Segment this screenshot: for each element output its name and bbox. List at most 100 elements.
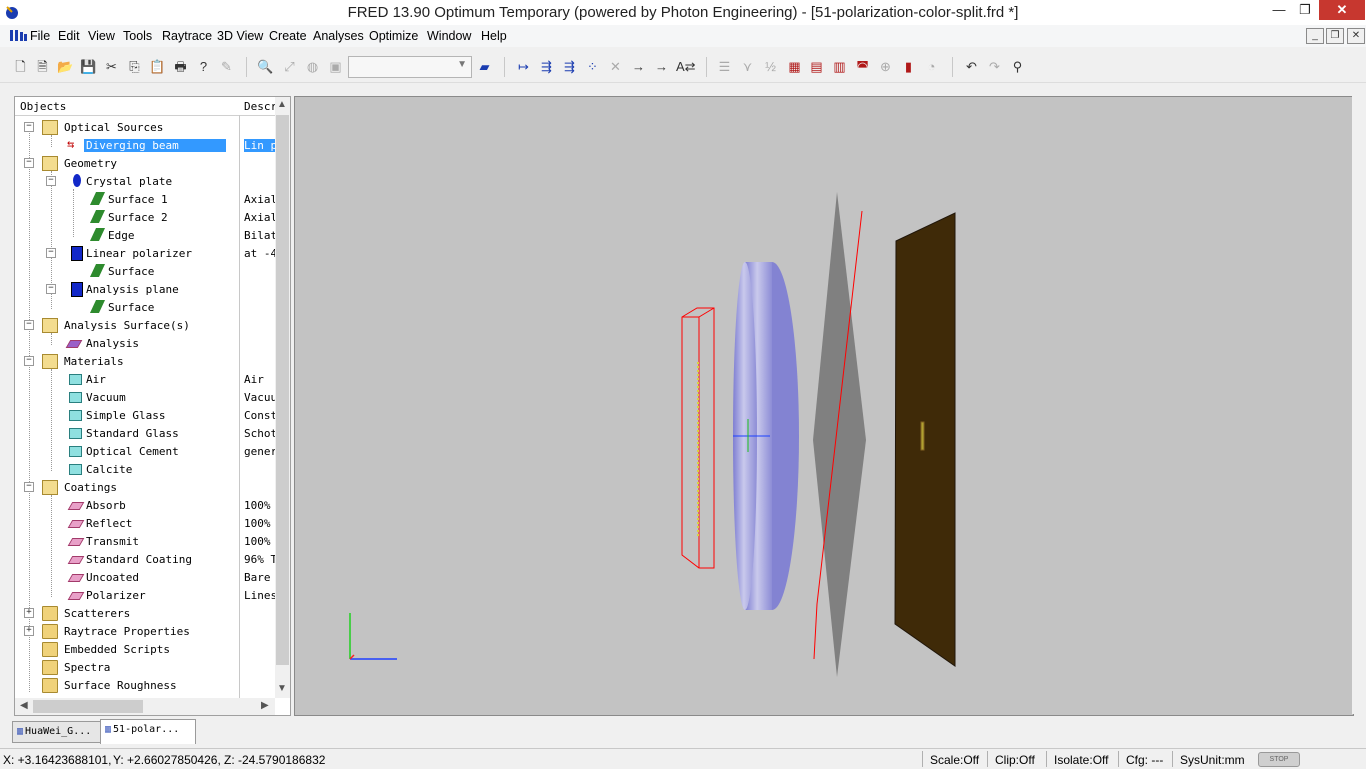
tree-node-reflect[interactable]: Reflect 100% <box>15 514 275 532</box>
collapse-icon[interactable]: − <box>46 176 56 186</box>
document-icon[interactable] <box>10 29 28 42</box>
tree-node-transmit[interactable]: Transmit 100% <box>15 532 275 550</box>
tree-horizontal-scrollbar[interactable]: ◀ ▶ <box>15 698 275 715</box>
copy-icon[interactable]: ⎘ <box>126 58 143 75</box>
collapse-icon[interactable]: − <box>46 284 56 294</box>
column-header-objects[interactable]: Objects <box>20 100 66 113</box>
tree-node-analysis-plane[interactable]: − Analysis plane <box>15 280 275 298</box>
tree-node-polarizer-coating[interactable]: Polarizer Lines <box>15 586 276 604</box>
stop-icon[interactable]: STOP <box>1258 752 1300 767</box>
redo-icon[interactable]: ↷ <box>986 58 1003 75</box>
new-template-icon[interactable]: 🗎 <box>34 58 51 75</box>
trace-text-icon[interactable]: A⇄ <box>676 58 696 75</box>
tree-node-vacuum[interactable]: Vacuum Vacuu <box>15 388 276 406</box>
tab-51-polarization[interactable]: ▥ 51-polar... <box>100 719 196 744</box>
ray-count-icon[interactable]: ½ <box>762 58 779 75</box>
analysis-plane-3d[interactable] <box>894 212 956 667</box>
menu-analyses[interactable]: Analyses <box>313 29 364 43</box>
menu-help[interactable]: Help <box>481 29 507 43</box>
wavefront-icon[interactable]: ◔ <box>923 58 940 75</box>
mdi-minimize-button[interactable]: _ <box>1306 28 1324 44</box>
menu-raytrace[interactable]: Raytrace <box>162 29 212 43</box>
menu-edit[interactable]: Edit <box>58 29 80 43</box>
tree-node-optical-cement[interactable]: Optical Cement gener <box>15 442 276 460</box>
3d-scene[interactable] <box>295 97 1353 715</box>
tree-node-raytrace-properties[interactable]: + Raytrace Properties <box>15 622 275 640</box>
menu-window[interactable]: Window <box>427 29 471 43</box>
tree-node-simple-glass[interactable]: Simple Glass Const <box>15 406 276 424</box>
trace-next-icon[interactable]: → <box>653 58 670 75</box>
ray-path-icon[interactable]: ⋎ <box>739 58 756 75</box>
close-button[interactable]: ✕ <box>1319 0 1365 20</box>
3d-viewport[interactable] <box>294 96 1354 716</box>
tree-node-crystal-plate[interactable]: − Crystal plate <box>15 172 275 190</box>
tree-node-embedded-scripts[interactable]: Embedded Scripts <box>15 640 275 658</box>
collapse-icon[interactable]: − <box>24 158 34 168</box>
tree-node-absorb[interactable]: Absorb 100% <box>15 496 275 514</box>
tree-node-edge[interactable]: Edge Bilat <box>15 226 276 244</box>
trace-split-icon[interactable]: ✕ <box>607 58 624 75</box>
mdi-close-button[interactable]: ✕ <box>1347 28 1365 44</box>
collapse-icon[interactable]: − <box>24 356 34 366</box>
cut-icon[interactable]: ✂ <box>103 58 120 75</box>
help-icon[interactable]: ? <box>195 58 212 75</box>
collapse-icon[interactable]: − <box>24 482 34 492</box>
tree-node-linear-polarizer[interactable]: − Linear polarizer at -4 <box>15 244 276 262</box>
view-select[interactable]: ▼ <box>348 56 472 78</box>
tree-vertical-scroll-thumb[interactable] <box>276 115 289 665</box>
tree-node-calcite[interactable]: Calcite <box>15 460 275 478</box>
scroll-down-icon[interactable]: ▼ <box>277 683 287 694</box>
collapse-icon[interactable]: − <box>24 122 34 132</box>
tree-node-geometry[interactable]: − Geometry <box>15 154 275 172</box>
tree-node-surface-1[interactable]: Surface 1 Axial <box>15 190 276 208</box>
mdi-restore-button[interactable]: ❐ <box>1326 28 1344 44</box>
tree-node-surface-2[interactable]: Surface 2 Axial <box>15 208 276 226</box>
paste-icon[interactable]: 📋 <box>149 58 166 75</box>
view-frame-icon[interactable]: ▣ <box>327 58 344 75</box>
trace-all-icon[interactable]: ⇶ <box>538 58 555 75</box>
zoom-icon[interactable]: 🔍 <box>257 58 274 75</box>
source-wireframe[interactable] <box>681 307 715 569</box>
new-file-icon[interactable]: 🗋 <box>12 58 29 75</box>
menu-optimize[interactable]: Optimize <box>369 29 418 43</box>
irradiance-icon[interactable]: ▤ <box>808 58 825 75</box>
undo-icon[interactable]: ↶ <box>963 58 980 75</box>
fit-view-icon[interactable]: ⤢ <box>281 58 298 75</box>
minimize-button[interactable]: — <box>1266 0 1292 20</box>
render-icon[interactable]: ▰ <box>476 58 493 75</box>
tree-node-surface-roughness[interactable]: Surface Roughness <box>15 676 275 694</box>
collapse-icon[interactable]: − <box>46 248 56 258</box>
tree-vertical-scrollbar[interactable]: ▲ ▼ <box>275 97 290 698</box>
open-folder-icon[interactable]: 📂 <box>57 58 74 75</box>
tree-node-scatterers[interactable]: + Scatterers <box>15 604 275 622</box>
properties-icon[interactable]: ✎ <box>218 58 235 75</box>
find-icon[interactable]: ⚲ <box>1009 58 1026 75</box>
polarization-icon[interactable]: ⊕ <box>877 58 894 75</box>
menu-file[interactable]: File <box>30 29 50 43</box>
expand-icon[interactable]: + <box>24 626 34 636</box>
tree-horizontal-scroll-thumb[interactable] <box>33 700 143 713</box>
menu-create[interactable]: Create <box>269 29 307 43</box>
print-icon[interactable]: 🖶 <box>172 58 189 75</box>
tree-node-analysis-plane-surface[interactable]: Surface <box>15 298 275 316</box>
scroll-right-icon[interactable]: ▶ <box>261 700 269 711</box>
save-icon[interactable]: 💾 <box>80 58 97 75</box>
spot-diagram-icon[interactable]: ▥ <box>831 58 848 75</box>
restore-button[interactable]: ❐ <box>1292 0 1318 20</box>
tree-node-diverging-beam[interactable]: ⇆ Diverging beam Lin p <box>15 136 276 154</box>
list-icon[interactable]: ☰ <box>716 58 733 75</box>
tree-node-polarizer-surface[interactable]: Surface <box>15 262 275 280</box>
trace-arrow-icon[interactable]: ↦ <box>515 58 532 75</box>
expand-icon[interactable]: + <box>24 608 34 618</box>
trace-render-icon[interactable]: ⇶ <box>561 58 578 75</box>
trace-step-icon[interactable]: → <box>630 58 647 75</box>
tree-node-uncoated[interactable]: Uncoated Bare <box>15 568 275 586</box>
linear-polarizer-3d[interactable] <box>813 192 866 677</box>
tree-node-analysis-surfaces[interactable]: − Analysis Surface(s) <box>15 316 275 334</box>
tree-node-standard-coating[interactable]: Standard Coating 96% T <box>15 550 276 568</box>
tree-node-optical-sources[interactable]: − Optical Sources <box>15 118 275 136</box>
collapse-icon[interactable]: − <box>24 320 34 330</box>
tree-node-coatings[interactable]: − Coatings <box>15 478 275 496</box>
rotate-icon[interactable]: ◍ <box>304 58 321 75</box>
menu-view[interactable]: View <box>88 29 115 43</box>
